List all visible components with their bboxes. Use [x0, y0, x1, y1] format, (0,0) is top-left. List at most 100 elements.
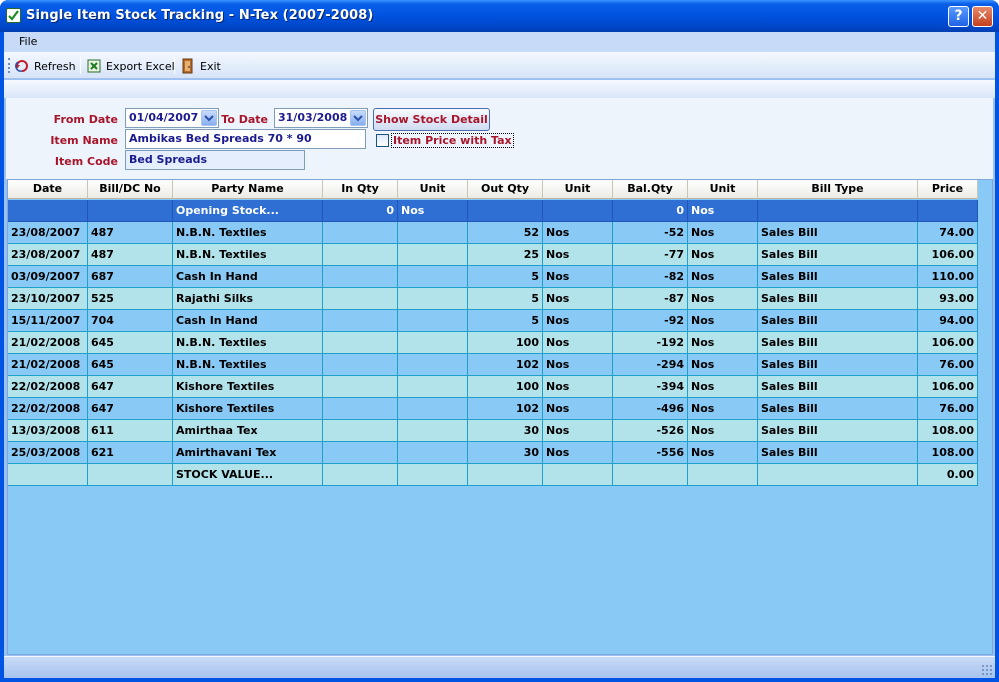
cell-bill-type[interactable]: Sales Bill	[758, 222, 918, 244]
cell-party-name[interactable]: N.B.N. Textiles	[173, 222, 323, 244]
cell-bal-unit[interactable]: Nos	[688, 332, 758, 354]
to-date-picker[interactable]: 31/03/2008	[274, 108, 368, 128]
cell-in-qty[interactable]	[323, 354, 398, 376]
close-button[interactable]: ✕	[972, 6, 993, 27]
cell-out-qty[interactable]	[468, 464, 543, 486]
cell-in-qty[interactable]	[323, 376, 398, 398]
cell-party-name[interactable]: Cash In Hand	[173, 310, 323, 332]
table-row[interactable]: 22/02/2008 647 Kishore Textiles 102 Nos -496 N…	[8, 398, 978, 420]
cell-out-unit[interactable]	[543, 200, 613, 222]
cell-party-name[interactable]: Opening Stock...	[173, 200, 323, 222]
cell-bal-unit[interactable]: Nos	[688, 420, 758, 442]
cell-bal-qty[interactable]: 0	[613, 200, 688, 222]
table-row[interactable]: 22/02/2008 647 Kishore Textiles 100 Nos -394 N…	[8, 376, 978, 398]
cell-date[interactable]: 23/08/2007	[8, 222, 88, 244]
cell-in-unit[interactable]	[398, 442, 468, 464]
cell-bal-unit[interactable]: Nos	[688, 200, 758, 222]
cell-out-qty[interactable]: 100	[468, 332, 543, 354]
cell-price[interactable]: 106.00	[918, 244, 978, 266]
column-header-out-qty[interactable]: Out Qty	[468, 180, 543, 199]
cell-out-unit[interactable]: Nos	[543, 420, 613, 442]
table-row[interactable]: 15/11/2007 704 Cash In Hand 5 Nos -92 Nos Sales…	[8, 310, 978, 332]
cell-bal-unit[interactable]: Nos	[688, 354, 758, 376]
cell-out-qty[interactable]: 102	[468, 354, 543, 376]
column-header-out-unit[interactable]: Unit	[543, 180, 613, 199]
table-row[interactable]: 03/09/2007 687 Cash In Hand 5 Nos -82 Nos Sales…	[8, 266, 978, 288]
table-row[interactable]: 23/10/2007 525 Rajathi Silks 5 Nos -87 Nos Sale…	[8, 288, 978, 310]
cell-date[interactable]: 22/02/2008	[8, 376, 88, 398]
cell-in-unit[interactable]	[398, 310, 468, 332]
stock-grid[interactable]: Date Bill/DC No Party Name In Qty Unit Out Qt…	[7, 179, 993, 655]
column-header-bal-unit[interactable]: Unit	[688, 180, 758, 199]
column-header-in-unit[interactable]: Unit	[398, 180, 468, 199]
cell-in-unit[interactable]: Nos	[398, 200, 468, 222]
cell-bal-qty[interactable]: -52	[613, 222, 688, 244]
cell-bal-unit[interactable]: Nos	[688, 288, 758, 310]
cell-party-name[interactable]: STOCK VALUE...	[173, 464, 323, 486]
column-header-party-name[interactable]: Party Name	[173, 180, 323, 199]
cell-price[interactable]: 108.00	[918, 442, 978, 464]
toolbar-grip[interactable]	[8, 58, 10, 73]
cell-bal-qty[interactable]: -77	[613, 244, 688, 266]
cell-in-unit[interactable]	[398, 464, 468, 486]
cell-bill-type[interactable]: Sales Bill	[758, 310, 918, 332]
cell-bill-type[interactable]: Sales Bill	[758, 376, 918, 398]
cell-date[interactable]	[8, 200, 88, 222]
cell-bill-dc-no[interactable]: 645	[88, 354, 173, 376]
cell-price[interactable]: 106.00	[918, 376, 978, 398]
cell-bal-qty[interactable]: -496	[613, 398, 688, 420]
cell-out-qty[interactable]	[468, 200, 543, 222]
cell-bal-unit[interactable]: Nos	[688, 310, 758, 332]
cell-in-qty[interactable]	[323, 442, 398, 464]
column-header-bal-qty[interactable]: Bal.Qty	[613, 180, 688, 199]
exit-button[interactable]: Exit	[180, 57, 221, 75]
cell-date[interactable]: 21/02/2008	[8, 332, 88, 354]
column-header-bill-type[interactable]: Bill Type	[758, 180, 918, 199]
cell-out-unit[interactable]: Nos	[543, 332, 613, 354]
table-row[interactable]: 21/02/2008 645 N.B.N. Textiles 102 Nos -294 No…	[8, 354, 978, 376]
chevron-down-icon[interactable]	[350, 110, 366, 126]
cell-in-unit[interactable]	[398, 288, 468, 310]
cell-bill-dc-no[interactable]: 621	[88, 442, 173, 464]
cell-price[interactable]: 110.00	[918, 266, 978, 288]
cell-bal-qty[interactable]	[613, 464, 688, 486]
cell-in-qty[interactable]	[323, 310, 398, 332]
cell-in-unit[interactable]	[398, 244, 468, 266]
cell-out-unit[interactable]: Nos	[543, 376, 613, 398]
cell-out-qty[interactable]: 100	[468, 376, 543, 398]
cell-out-unit[interactable]: Nos	[543, 310, 613, 332]
cell-in-unit[interactable]	[398, 332, 468, 354]
cell-bill-dc-no[interactable]: 645	[88, 332, 173, 354]
menu-file[interactable]: File	[19, 35, 37, 48]
cell-out-qty[interactable]: 25	[468, 244, 543, 266]
refresh-button[interactable]: Refresh	[14, 57, 76, 75]
cell-party-name[interactable]: Kishore Textiles	[173, 376, 323, 398]
cell-in-qty[interactable]	[323, 244, 398, 266]
cell-bill-dc-no[interactable]: 647	[88, 376, 173, 398]
cell-out-qty[interactable]: 5	[468, 288, 543, 310]
cell-in-unit[interactable]	[398, 222, 468, 244]
cell-in-unit[interactable]	[398, 266, 468, 288]
cell-bill-dc-no[interactable]: 687	[88, 266, 173, 288]
cell-bill-type[interactable]: Sales Bill	[758, 354, 918, 376]
item-price-tax-label[interactable]: Item Price with Tax	[391, 133, 514, 148]
cell-in-unit[interactable]	[398, 376, 468, 398]
cell-bal-qty[interactable]: -294	[613, 354, 688, 376]
cell-bill-dc-no[interactable]: 487	[88, 222, 173, 244]
from-date-picker[interactable]: 01/04/2007	[125, 108, 219, 128]
cell-bal-qty[interactable]: -87	[613, 288, 688, 310]
cell-price[interactable]: 76.00	[918, 354, 978, 376]
show-stock-detail-button[interactable]: Show Stock Detail	[373, 108, 490, 131]
cell-bal-qty[interactable]: -92	[613, 310, 688, 332]
cell-in-qty[interactable]	[323, 266, 398, 288]
cell-date[interactable]: 23/10/2007	[8, 288, 88, 310]
cell-party-name[interactable]: Amirthaa Tex	[173, 420, 323, 442]
cell-bill-dc-no[interactable]	[88, 200, 173, 222]
cell-in-qty[interactable]	[323, 222, 398, 244]
cell-bill-dc-no[interactable]: 487	[88, 244, 173, 266]
cell-in-unit[interactable]	[398, 398, 468, 420]
cell-out-unit[interactable]	[543, 464, 613, 486]
cell-out-unit[interactable]: Nos	[543, 266, 613, 288]
cell-out-unit[interactable]: Nos	[543, 288, 613, 310]
cell-date[interactable]: 15/11/2007	[8, 310, 88, 332]
